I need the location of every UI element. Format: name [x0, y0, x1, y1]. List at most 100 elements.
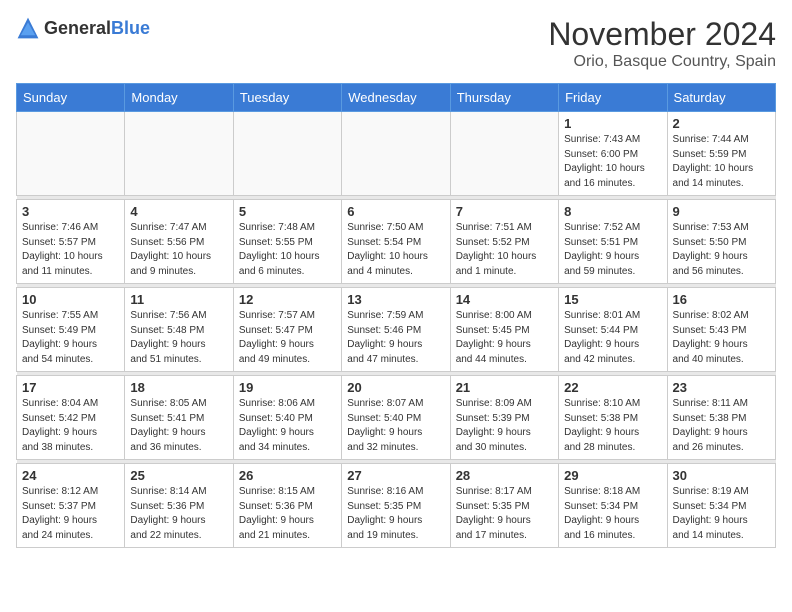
calendar-header-row: SundayMondayTuesdayWednesdayThursdayFrid… — [17, 84, 776, 112]
day-info: Sunrise: 7:46 AM Sunset: 5:57 PM Dayligh… — [22, 221, 119, 279]
calendar-day-cell: 27Sunrise: 8:16 AM Sunset: 5:35 PM Dayli… — [342, 464, 450, 548]
calendar-day-cell — [233, 112, 341, 196]
calendar-day-cell: 8 Sunrise: 7:52 AM Sunset: 5:51 PM Daylig… — [559, 200, 667, 284]
day-number: 17 — [22, 380, 119, 395]
day-info: Sunrise: 8:00 AM Sunset: 5:45 PM Dayligh… — [456, 309, 553, 367]
calendar-day-cell: 4Sunrise: 7:47 AM Sunset: 5:56 PM Daylig… — [125, 200, 233, 284]
logo-blue-text: Blue — [111, 18, 150, 38]
calendar-day-cell: 30Sunrise: 8:19 AM Sunset: 5:34 PM Dayli… — [667, 464, 775, 548]
day-number: 3 — [22, 204, 119, 219]
calendar-day-cell — [125, 112, 233, 196]
day-number: 27 — [347, 468, 444, 483]
day-info: Sunrise: 8:07 AM Sunset: 5:40 PM Dayligh… — [347, 397, 444, 455]
calendar-day-cell: 24 Sunrise: 8:12 AM Sunset: 5:37 PM Dayli… — [17, 464, 125, 548]
day-info: Sunrise: 8:02 AM Sunset: 5:43 PM Dayligh… — [673, 309, 770, 367]
day-info: Sunrise: 8:05 AM Sunset: 5:41 PM Dayligh… — [130, 397, 227, 455]
day-info: Sunrise: 7:50 AM Sunset: 5:54 PM Dayligh… — [347, 221, 444, 279]
logo-icon — [16, 16, 40, 40]
day-info: Sunrise: 7:52 AM Sunset: 5:51 PM Dayligh… — [564, 221, 661, 279]
day-number: 9 — [673, 204, 770, 219]
calendar-day-cell: 13 Sunrise: 7:59 AM Sunset: 5:46 PM Dayli… — [342, 288, 450, 372]
calendar-day-cell: 23 Sunrise: 8:11 AM Sunset: 5:38 PM Dayli… — [667, 376, 775, 460]
calendar-week-row: 1 Sunrise: 7:43 AM Sunset: 6:00 PM Daylig… — [17, 112, 776, 196]
day-number: 14 — [456, 292, 553, 307]
day-info: Sunrise: 7:53 AM Sunset: 5:50 PM Dayligh… — [673, 221, 770, 279]
calendar-day-cell — [342, 112, 450, 196]
calendar-day-cell: 1 Sunrise: 7:43 AM Sunset: 6:00 PM Daylig… — [559, 112, 667, 196]
calendar-day-cell: 10Sunrise: 7:55 AM Sunset: 5:49 PM Dayli… — [17, 288, 125, 372]
day-info: Sunrise: 8:06 AM Sunset: 5:40 PM Dayligh… — [239, 397, 336, 455]
day-number: 6 — [347, 204, 444, 219]
day-number: 11 — [130, 292, 227, 307]
header: GeneralBlue November 2024 Orio, Basque C… — [16, 16, 776, 71]
calendar-day-cell: 5 Sunrise: 7:48 AM Sunset: 5:55 PM Daylig… — [233, 200, 341, 284]
day-info: Sunrise: 8:01 AM Sunset: 5:44 PM Dayligh… — [564, 309, 661, 367]
calendar-day-cell: 2Sunrise: 7:44 AM Sunset: 5:59 PM Daylig… — [667, 112, 775, 196]
calendar-day-cell: 22Sunrise: 8:10 AM Sunset: 5:38 PM Dayli… — [559, 376, 667, 460]
calendar-header-wednesday: Wednesday — [342, 84, 450, 112]
day-number: 30 — [673, 468, 770, 483]
day-number: 13 — [347, 292, 444, 307]
day-info: Sunrise: 8:04 AM Sunset: 5:42 PM Dayligh… — [22, 397, 119, 455]
day-info: Sunrise: 7:56 AM Sunset: 5:48 PM Dayligh… — [130, 309, 227, 367]
calendar-day-cell: 9 Sunrise: 7:53 AM Sunset: 5:50 PM Daylig… — [667, 200, 775, 284]
day-number: 15 — [564, 292, 661, 307]
day-number: 12 — [239, 292, 336, 307]
day-number: 5 — [239, 204, 336, 219]
calendar-day-cell — [450, 112, 558, 196]
calendar-day-cell: 19 Sunrise: 8:06 AM Sunset: 5:40 PM Dayli… — [233, 376, 341, 460]
day-number: 29 — [564, 468, 661, 483]
logo-general-text: General — [44, 18, 111, 38]
day-info: Sunrise: 7:57 AM Sunset: 5:47 PM Dayligh… — [239, 309, 336, 367]
calendar-day-cell: 14 Sunrise: 8:00 AM Sunset: 5:45 PM Dayli… — [450, 288, 558, 372]
day-info: Sunrise: 7:43 AM Sunset: 6:00 PM Dayligh… — [564, 133, 661, 191]
location-subtitle: Orio, Basque Country, Spain — [548, 53, 776, 71]
day-number: 4 — [130, 204, 227, 219]
calendar-header-monday: Monday — [125, 84, 233, 112]
calendar-day-cell: 16 Sunrise: 8:02 AM Sunset: 5:43 PM Dayli… — [667, 288, 775, 372]
calendar-header-tuesday: Tuesday — [233, 84, 341, 112]
calendar-day-cell: 21 Sunrise: 8:09 AM Sunset: 5:39 PM Dayli… — [450, 376, 558, 460]
day-number: 26 — [239, 468, 336, 483]
calendar-day-cell — [17, 112, 125, 196]
calendar-day-cell: 17 Sunrise: 8:04 AM Sunset: 5:42 PM Dayli… — [17, 376, 125, 460]
calendar-week-row: 3 Sunrise: 7:46 AM Sunset: 5:57 PM Daylig… — [17, 200, 776, 284]
calendar-day-cell: 7Sunrise: 7:51 AM Sunset: 5:52 PM Daylig… — [450, 200, 558, 284]
calendar-table: SundayMondayTuesdayWednesdayThursdayFrid… — [16, 83, 776, 548]
day-info: Sunrise: 8:12 AM Sunset: 5:37 PM Dayligh… — [22, 485, 119, 543]
day-number: 28 — [456, 468, 553, 483]
day-info: Sunrise: 7:48 AM Sunset: 5:55 PM Dayligh… — [239, 221, 336, 279]
month-title: November 2024 — [548, 16, 776, 53]
title-area: November 2024 Orio, Basque Country, Spai… — [548, 16, 776, 71]
calendar-week-row: 10Sunrise: 7:55 AM Sunset: 5:49 PM Dayli… — [17, 288, 776, 372]
day-info: Sunrise: 8:14 AM Sunset: 5:36 PM Dayligh… — [130, 485, 227, 543]
calendar-day-cell: 3 Sunrise: 7:46 AM Sunset: 5:57 PM Daylig… — [17, 200, 125, 284]
day-number: 10 — [22, 292, 119, 307]
day-number: 1 — [564, 116, 661, 131]
day-info: Sunrise: 8:17 AM Sunset: 5:35 PM Dayligh… — [456, 485, 553, 543]
calendar-header-saturday: Saturday — [667, 84, 775, 112]
day-number: 25 — [130, 468, 227, 483]
logo: GeneralBlue — [16, 16, 150, 40]
day-number: 16 — [673, 292, 770, 307]
day-info: Sunrise: 8:09 AM Sunset: 5:39 PM Dayligh… — [456, 397, 553, 455]
calendar-day-cell: 15 Sunrise: 8:01 AM Sunset: 5:44 PM Dayli… — [559, 288, 667, 372]
day-info: Sunrise: 7:44 AM Sunset: 5:59 PM Dayligh… — [673, 133, 770, 191]
day-number: 8 — [564, 204, 661, 219]
calendar-day-cell: 20Sunrise: 8:07 AM Sunset: 5:40 PM Dayli… — [342, 376, 450, 460]
calendar-day-cell: 11 Sunrise: 7:56 AM Sunset: 5:48 PM Dayli… — [125, 288, 233, 372]
day-info: Sunrise: 8:11 AM Sunset: 5:38 PM Dayligh… — [673, 397, 770, 455]
calendar-header-sunday: Sunday — [17, 84, 125, 112]
calendar-day-cell: 26Sunrise: 8:15 AM Sunset: 5:36 PM Dayli… — [233, 464, 341, 548]
day-number: 7 — [456, 204, 553, 219]
day-number: 24 — [22, 468, 119, 483]
calendar-header-friday: Friday — [559, 84, 667, 112]
calendar-day-cell: 29Sunrise: 8:18 AM Sunset: 5:34 PM Dayli… — [559, 464, 667, 548]
calendar-day-cell: 25 Sunrise: 8:14 AM Sunset: 5:36 PM Dayli… — [125, 464, 233, 548]
day-number: 23 — [673, 380, 770, 395]
calendar-header-thursday: Thursday — [450, 84, 558, 112]
day-info: Sunrise: 7:59 AM Sunset: 5:46 PM Dayligh… — [347, 309, 444, 367]
day-number: 21 — [456, 380, 553, 395]
day-number: 18 — [130, 380, 227, 395]
day-number: 19 — [239, 380, 336, 395]
